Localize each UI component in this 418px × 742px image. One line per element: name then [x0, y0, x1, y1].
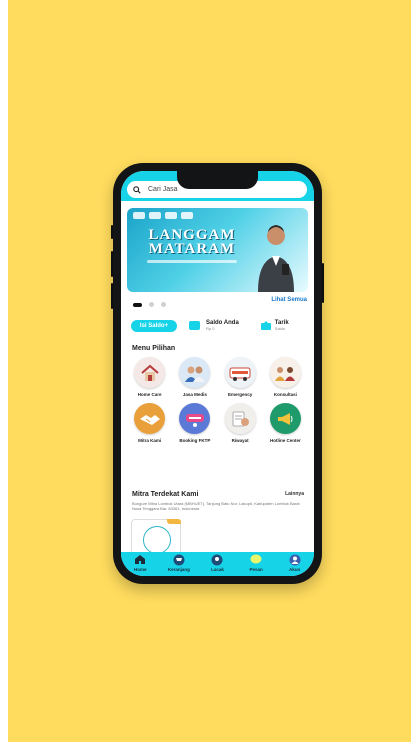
- handshake-icon: [134, 403, 166, 434]
- carousel-dot-active[interactable]: [133, 302, 142, 307]
- menu-item-booking[interactable]: Booking FKTP: [172, 403, 217, 443]
- wallet-icon: [189, 321, 200, 330]
- see-more-link[interactable]: Lainnya: [285, 491, 304, 497]
- track-icon: [211, 553, 224, 566]
- menu-title: Menu Pilihan: [132, 345, 176, 352]
- menu-grid: Home Care Jasa Medis Emergency Konsultas…: [127, 357, 308, 443]
- menu-item-home-care[interactable]: Home Care: [127, 357, 172, 397]
- nav-label: Keranjang: [167, 567, 190, 572]
- menu-item-label: Booking FKTP: [179, 438, 211, 443]
- side-button: [111, 225, 113, 239]
- chat-icon: [250, 553, 263, 566]
- booking-icon: [179, 403, 211, 434]
- promo-banner[interactable]: LANGGAM MATARAM: [127, 208, 308, 292]
- see-all-link[interactable]: Lihat Semua: [271, 297, 307, 303]
- menu-item-label: Emergency: [227, 392, 253, 397]
- menu-item-label: Konsultasi: [273, 392, 297, 397]
- carousel-indicator: [133, 302, 166, 307]
- carousel-dot[interactable]: [149, 302, 154, 307]
- partner-card-badge: [167, 519, 181, 524]
- banner-title: LANGGAM MATARAM: [137, 227, 247, 257]
- menu-item-label: Jasa Medis: [182, 392, 207, 397]
- menu-item-label: Mitra Kami: [138, 438, 162, 443]
- nav-account[interactable]: Akun: [280, 553, 310, 572]
- nav-label: Akun: [289, 567, 301, 572]
- menu-item-emergency[interactable]: Emergency: [218, 357, 263, 397]
- search-icon: [133, 185, 141, 194]
- withdraw-button[interactable]: Tarik Saldo: [260, 320, 289, 331]
- menu-item-consultation[interactable]: Konsultasi: [263, 357, 308, 397]
- house-icon: [134, 357, 166, 388]
- medical-team-icon: [179, 357, 211, 388]
- history-icon: [224, 403, 256, 434]
- home-icon: [134, 553, 147, 566]
- nav-label: Pesan: [249, 567, 263, 572]
- nav-label: Home: [134, 567, 147, 572]
- search-input[interactable]: Cari Jasa: [148, 186, 178, 193]
- emergency-icon: [224, 357, 256, 388]
- banner-title-line2: MATARAM: [148, 241, 236, 257]
- banner-title-line1: LANGGAM: [148, 227, 236, 243]
- menu-item-medical-services[interactable]: Jasa Medis: [172, 357, 217, 397]
- menu-item-label: Riwayat: [231, 438, 249, 443]
- menu-item-partners[interactable]: Mitra Kami: [127, 403, 172, 443]
- consultation-icon: [269, 357, 301, 388]
- volume-down-button: [111, 283, 113, 309]
- topup-button[interactable]: Isi Saldo+: [131, 319, 177, 332]
- phone-frame: Cari Jasa LANGGAM MATARAM Lihat Semua Is…: [111, 163, 324, 584]
- balance-value: Rp 0: [206, 326, 215, 331]
- nav-track[interactable]: Lacak: [202, 553, 232, 572]
- menu-item-label: Home Care: [137, 392, 162, 397]
- account-icon: [288, 553, 301, 566]
- nav-cart[interactable]: Keranjang: [164, 553, 194, 572]
- banner-subtitle-strip: [147, 260, 237, 263]
- megaphone-icon: [269, 403, 301, 434]
- partner-logo: [143, 526, 171, 554]
- banner-person-image: [258, 225, 294, 292]
- app-screen: Cari Jasa LANGGAM MATARAM Lihat Semua Is…: [121, 171, 314, 576]
- balance-actions: Isi Saldo+ Saldo Anda Rp 0 Tarik Saldo: [127, 312, 308, 339]
- notch: [177, 171, 258, 189]
- cart-icon: [172, 553, 185, 566]
- bottom-nav: Home Keranjang Lacak Pesan Akun: [121, 552, 314, 576]
- menu-item-history[interactable]: Riwayat: [218, 403, 263, 443]
- withdraw-sub: Saldo: [274, 326, 286, 331]
- nav-home[interactable]: Home: [125, 553, 155, 572]
- menu-item-label: Hotline Center: [269, 438, 301, 443]
- balance-summary[interactable]: Saldo Anda Rp 0: [189, 320, 239, 331]
- carousel-dot[interactable]: [161, 302, 166, 307]
- partner-address: Bungure Mitra Lombok Utara (MBHUET), Tan…: [132, 501, 300, 511]
- power-button: [322, 263, 324, 303]
- withdraw-icon: [260, 321, 271, 330]
- partner-logos: [133, 212, 193, 219]
- nearby-partners-title: Mitra Terdekat Kami: [132, 491, 199, 498]
- nav-messages[interactable]: Pesan: [241, 553, 271, 572]
- nav-label: Lacak: [211, 567, 224, 572]
- menu-item-hotline[interactable]: Hotline Center: [263, 403, 308, 443]
- volume-up-button: [111, 251, 113, 277]
